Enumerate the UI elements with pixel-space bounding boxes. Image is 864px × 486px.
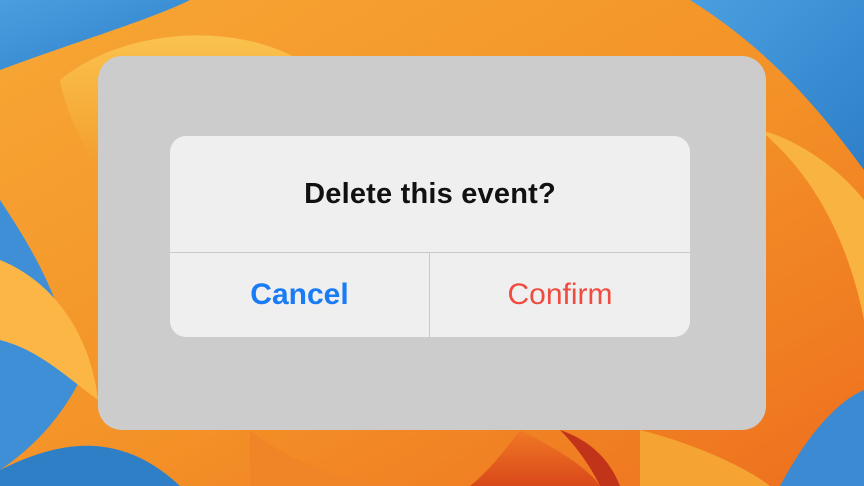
- desktop-screen: Delete this event? Cancel Confirm: [0, 0, 864, 486]
- cancel-button[interactable]: Cancel: [170, 253, 429, 337]
- delete-event-alert: Delete this event? Cancel Confirm: [170, 136, 690, 337]
- alert-title: Delete this event?: [304, 177, 556, 210]
- confirm-button[interactable]: Confirm: [430, 253, 690, 337]
- dialog-backdrop-panel: Delete this event? Cancel Confirm: [98, 56, 766, 430]
